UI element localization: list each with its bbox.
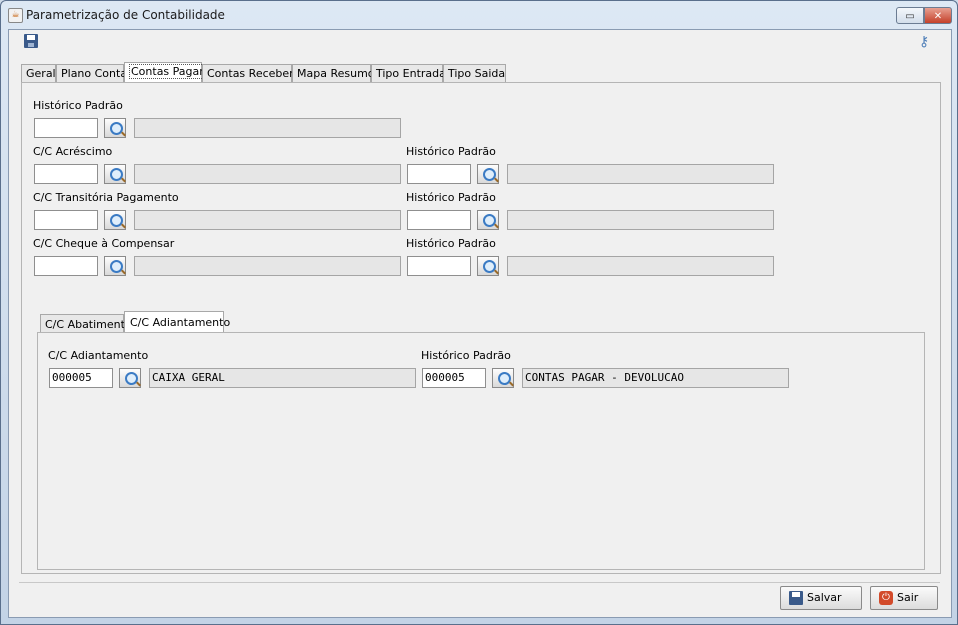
adiantamento-hist-description: CONTAS PAGAR - DEVOLUCAO [522, 368, 789, 388]
adiantamento-code-input[interactable]: 000005 [49, 368, 113, 388]
cheque-hist-lookup-button[interactable] [477, 256, 499, 276]
transitoria-lookup-button[interactable] [104, 210, 126, 230]
acrescimo-label: C/C Acréscimo [33, 145, 113, 158]
cheque-label: C/C Cheque à Compensar [33, 237, 175, 250]
cheque-hist-description [507, 256, 774, 276]
tab-cc-abatimento[interactable]: C/C Abatimento [40, 314, 132, 334]
main-window: ☕ Parametrização de Contabilidade ▭ ✕ ⚷ … [0, 0, 958, 625]
tab-geral[interactable]: Geral [21, 64, 56, 82]
save-toolbar-icon[interactable] [24, 34, 38, 48]
tab-plano-conta[interactable]: Plano Conta [56, 64, 127, 82]
historico-padrao-description [134, 118, 401, 138]
magnifier-icon [110, 214, 123, 227]
magnifier-icon [483, 168, 496, 181]
tab-contas-pagar[interactable]: Contas Pagar [124, 62, 206, 82]
transitoria-hist-label: Histórico Padrão [406, 191, 496, 204]
magnifier-icon [110, 122, 123, 135]
acrescimo-hist-code-input[interactable] [407, 164, 471, 184]
transitoria-hist-lookup-button[interactable] [477, 210, 499, 230]
tab-mapa-resumo[interactable]: Mapa Resumo [292, 64, 375, 82]
contas-pagar-panel: Histórico Padrão C/C Acréscimo Histórico… [21, 82, 941, 574]
restore-button[interactable]: ▭ [896, 7, 924, 24]
tab-tipo-entrada[interactable]: Tipo Entrada [371, 64, 446, 82]
historico-padrao-lookup-button[interactable] [104, 118, 126, 138]
cheque-description [134, 256, 401, 276]
cheque-code-input[interactable] [34, 256, 98, 276]
bottom-button-bar: Salvar ⏻ Sair [19, 582, 940, 615]
tab-tipo-saida[interactable]: Tipo Saida [443, 64, 506, 82]
acrescimo-hist-description [507, 164, 774, 184]
client-area: ⚷ Geral Plano Conta Contas Pagar Contas … [8, 29, 952, 618]
adiantamento-label: C/C Adiantamento [48, 349, 149, 362]
exit-button[interactable]: ⏻ Sair [870, 586, 938, 610]
transitoria-hist-description [507, 210, 774, 230]
transitoria-hist-code-input[interactable] [407, 210, 471, 230]
transitoria-code-input[interactable] [34, 210, 98, 230]
acrescimo-lookup-button[interactable] [104, 164, 126, 184]
magnifier-icon [110, 168, 123, 181]
key-icon[interactable]: ⚷ [919, 34, 937, 50]
magnifier-icon [125, 372, 138, 385]
cheque-lookup-button[interactable] [104, 256, 126, 276]
adiantamento-hist-lookup-button[interactable] [492, 368, 514, 388]
save-button[interactable]: Salvar [780, 586, 862, 610]
acrescimo-hist-lookup-button[interactable] [477, 164, 499, 184]
magnifier-icon [483, 214, 496, 227]
tab-contas-receber[interactable]: Contas Receber [202, 64, 294, 82]
floppy-disk-icon [789, 591, 803, 605]
adiantamento-description: CAIXA GERAL [149, 368, 416, 388]
window-title: Parametrização de Contabilidade [26, 8, 225, 22]
acrescimo-code-input[interactable] [34, 164, 98, 184]
magnifier-icon [110, 260, 123, 273]
historico-padrao-code-input[interactable] [34, 118, 98, 138]
acrescimo-description [134, 164, 401, 184]
acrescimo-hist-label: Histórico Padrão [406, 145, 496, 158]
java-app-icon: ☕ [8, 8, 23, 23]
close-button[interactable]: ✕ [924, 7, 952, 24]
historico-padrao-label: Histórico Padrão [33, 99, 123, 112]
cheque-hist-code-input[interactable] [407, 256, 471, 276]
magnifier-icon [483, 260, 496, 273]
adiantamento-hist-label: Histórico Padrão [421, 349, 511, 362]
power-icon: ⏻ [879, 591, 893, 605]
cheque-hist-label: Histórico Padrão [406, 237, 496, 250]
adiantamento-lookup-button[interactable] [119, 368, 141, 388]
transitoria-label: C/C Transitória Pagamento [33, 191, 179, 204]
adiantamento-panel: C/C Adiantamento 000005 CAIXA GERAL Hist… [37, 332, 925, 570]
adiantamento-hist-code-input[interactable]: 000005 [422, 368, 486, 388]
magnifier-icon [498, 372, 511, 385]
tab-cc-adiantamento[interactable]: C/C Adiantamento [124, 311, 230, 334]
transitoria-description [134, 210, 401, 230]
title-bar[interactable]: ☕ Parametrização de Contabilidade ▭ ✕ [1, 1, 957, 29]
